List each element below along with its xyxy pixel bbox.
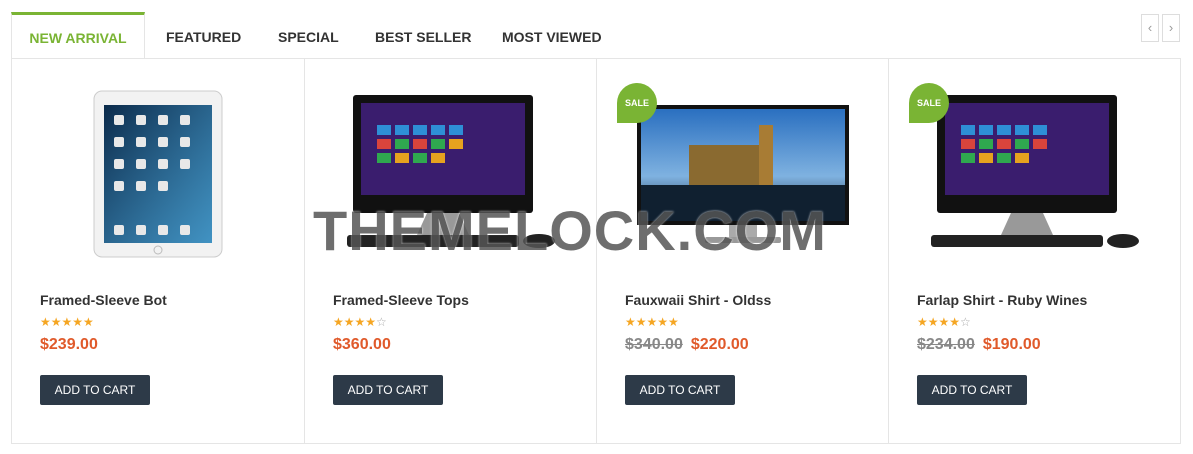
tab-new-arrival[interactable]: NEW ARRIVAL [11, 12, 145, 59]
product-price: $234.00 $190.00 [917, 336, 1041, 354]
price-old: $340.00 [625, 336, 683, 353]
rating-stars: ★★★★☆ [333, 315, 387, 329]
product-title[interactable]: Framed-Sleeve Bot [40, 292, 167, 308]
rating-stars: ★★★★★ [625, 315, 679, 329]
product-title[interactable]: Framed-Sleeve Tops [333, 292, 469, 308]
product-title[interactable]: Farlap Shirt - Ruby Wines [917, 292, 1087, 308]
price-current: $220.00 [690, 336, 749, 353]
star-icon: ★★★★★ [625, 315, 679, 329]
product-image-tablet[interactable] [24, 85, 290, 275]
sale-badge: SALE [909, 83, 949, 123]
product-card: SALE Farlap Shirt - Ruby Wines ★★★★☆ $23… [888, 59, 1180, 443]
product-price: $340.00 $220.00 [625, 336, 749, 354]
price-current: $239.00 [40, 336, 98, 353]
star-icon: ★★★★★ [40, 315, 94, 329]
price-current: $190.00 [982, 336, 1041, 353]
product-price: $239.00 [40, 336, 98, 354]
add-to-cart-button[interactable]: ADD TO CART [625, 375, 735, 405]
tab-most-viewed[interactable]: MOST VIEWED [502, 12, 602, 58]
add-to-cart-button[interactable]: ADD TO CART [40, 375, 150, 405]
price-current: $360.00 [333, 336, 391, 353]
tab-bar: NEW ARRIVAL FEATURED SPECIAL BEST SELLER… [11, 12, 1181, 59]
chevron-right-icon: › [1168, 20, 1174, 35]
product-title[interactable]: Fauxwaii Shirt - Oldss [625, 292, 771, 308]
watermark-text: THEMELOCK.COM [313, 199, 827, 262]
prev-arrow-button[interactable]: ‹ [1141, 14, 1159, 42]
tab-best-seller[interactable]: BEST SELLER [375, 12, 471, 58]
rating-stars: ★★★★★ [40, 315, 94, 329]
star-icon: ★★★★ [917, 315, 961, 329]
product-card: Framed-Sleeve Bot ★★★★★ $239.00 ADD TO C… [12, 59, 304, 443]
star-empty-icon: ☆ [960, 315, 971, 329]
star-icon: ★★★★ [333, 315, 377, 329]
sale-badge: SALE [617, 83, 657, 123]
next-arrow-button[interactable]: › [1162, 14, 1180, 42]
price-old: $234.00 [917, 336, 975, 353]
rating-stars: ★★★★☆ [917, 315, 971, 329]
add-to-cart-button[interactable]: ADD TO CART [917, 375, 1027, 405]
product-price: $360.00 [333, 336, 391, 354]
star-empty-icon: ☆ [376, 315, 387, 329]
chevron-left-icon: ‹ [1147, 20, 1153, 35]
tab-featured[interactable]: FEATURED [166, 12, 241, 58]
add-to-cart-button[interactable]: ADD TO CART [333, 375, 443, 405]
tab-special[interactable]: SPECIAL [278, 12, 339, 58]
